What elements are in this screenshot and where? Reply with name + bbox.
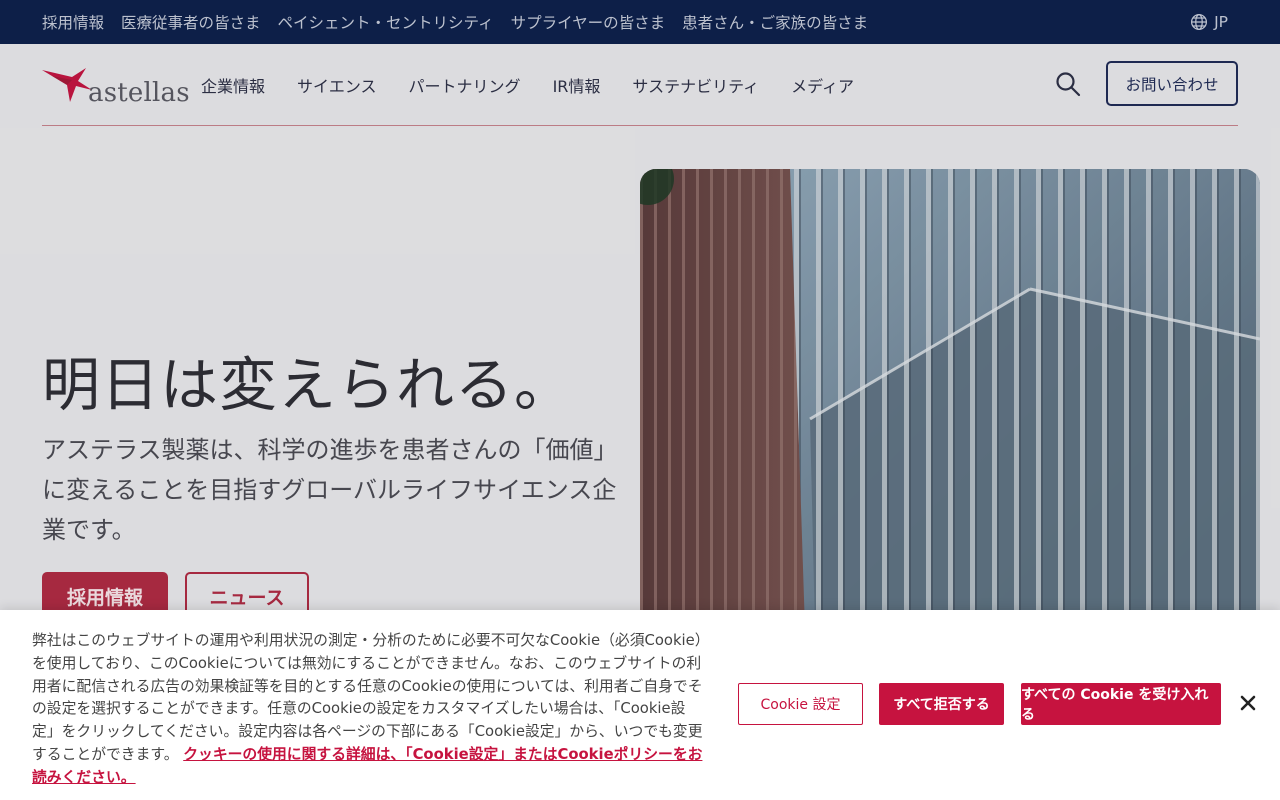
hero-building-image: [640, 169, 1260, 629]
hero-title: 明日は変えられる。: [42, 351, 574, 419]
primary-nav: 企業情報 サイエンス パートナリング IR情報 サステナビリティ メディア: [201, 44, 854, 126]
nav-item-science[interactable]: サイエンス: [297, 73, 377, 97]
cookie-banner: 弊社はこのウェブサイトの運用や利用状況の測定・分析のために必要不可欠なCooki…: [0, 610, 1280, 800]
star-logo-icon: [42, 68, 92, 102]
nav-item-corporate[interactable]: 企業情報: [201, 73, 265, 97]
globe-icon: [1191, 13, 1208, 31]
logo-wordmark: astellas: [88, 78, 190, 108]
main-header: astellas 企業情報 サイエンス パートナリング IR情報 サステナビリテ…: [0, 44, 1280, 126]
contact-button[interactable]: お問い合わせ: [1106, 61, 1238, 106]
close-icon[interactable]: [1237, 692, 1259, 714]
cookie-message-text: 弊社はこのウェブサイトの運用や利用状況の測定・分析のために必要不可欠なCooki…: [32, 632, 703, 763]
utility-links: 採用情報 医療従事者の皆さま ペイシェント・セントリシティ サプライヤーの皆さま…: [42, 0, 868, 44]
nav-item-media[interactable]: メディア: [791, 73, 854, 97]
utility-link-patient-centricity[interactable]: ペイシェント・セントリシティ: [278, 11, 494, 33]
language-label: JP: [1214, 13, 1228, 31]
header-divider: [42, 125, 1238, 126]
utility-link-suppliers[interactable]: サプライヤーの皆さま: [511, 11, 666, 33]
reject-all-button[interactable]: すべて拒否する: [879, 683, 1004, 725]
accept-all-button[interactable]: すべての Cookie を受け入れる: [1021, 683, 1221, 725]
utility-bar: 採用情報 医療従事者の皆さま ペイシェント・セントリシティ サプライヤーの皆さま…: [0, 0, 1280, 44]
language-selector[interactable]: JP: [1190, 0, 1228, 44]
utility-link-patients-families[interactable]: 患者さん・ご家族の皆さま: [682, 11, 868, 33]
astellas-logo[interactable]: astellas: [42, 64, 190, 108]
nav-item-sustainability[interactable]: サステナビリティ: [632, 73, 759, 97]
search-icon[interactable]: [1054, 70, 1082, 98]
utility-link-careers[interactable]: 採用情報: [42, 11, 104, 33]
nav-item-partnering[interactable]: パートナリング: [409, 73, 521, 97]
utility-link-healthcare-professionals[interactable]: 医療従事者の皆さま: [121, 11, 261, 33]
cookie-message: 弊社はこのウェブサイトの運用や利用状況の測定・分析のために必要不可欠なCooki…: [32, 630, 707, 790]
cookie-settings-button[interactable]: Cookie 設定: [738, 683, 863, 725]
hero-description: アステラス製薬は、科学の進歩を患者さんの「価値」に変えることを目指すグローバルラ…: [42, 436, 617, 544]
nav-item-ir[interactable]: IR情報: [553, 73, 601, 97]
